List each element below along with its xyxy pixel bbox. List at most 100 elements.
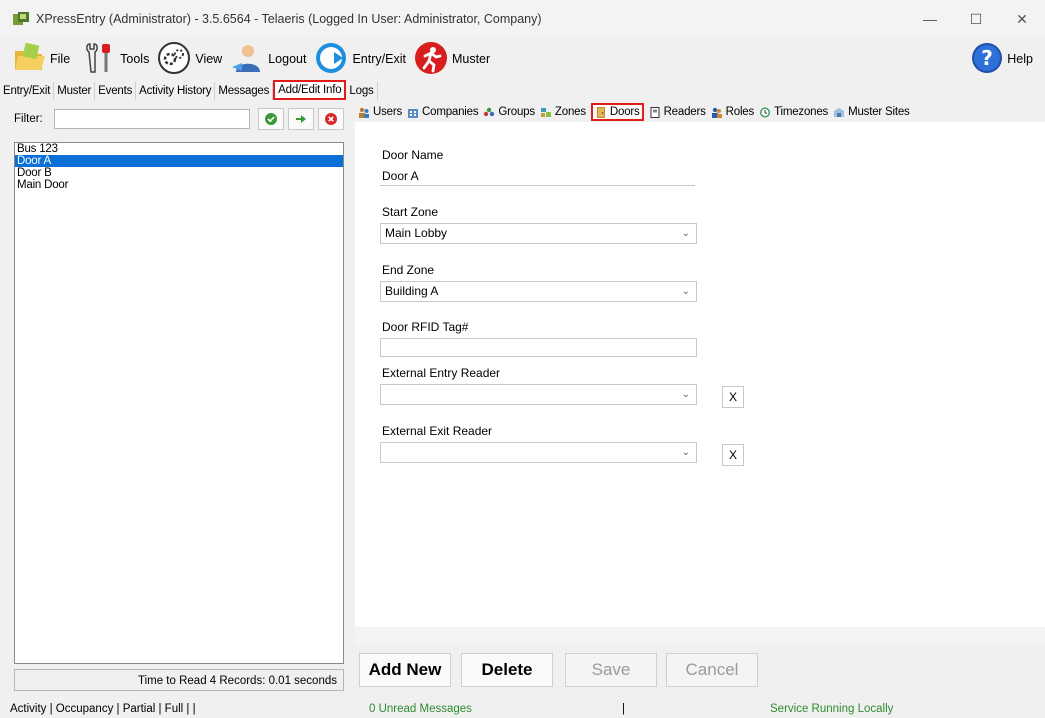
chevron-down-icon: ⌄ <box>681 228 690 239</box>
tab-logs[interactable]: Logs <box>346 82 378 100</box>
help-button[interactable]: ? Help <box>971 39 1033 79</box>
tools-menu[interactable]: Tools <box>82 39 149 79</box>
help-icon: ? <box>971 42 1003 77</box>
entry-exit-button[interactable]: Entry/Exit <box>314 39 406 79</box>
list-item[interactable]: Bus 123 <box>15 143 343 155</box>
delete-button[interactable]: Delete <box>461 653 553 687</box>
svg-text:?: ? <box>981 46 993 70</box>
chevron-down-icon: ⌄ <box>681 286 690 297</box>
tab-muster[interactable]: Muster <box>54 82 96 100</box>
subtab-readers[interactable]: Readers <box>649 103 706 121</box>
subtab-companies[interactable]: Companies <box>407 103 479 121</box>
status-activity-links[interactable]: Activity | Occupancy | Partial | Full | … <box>10 700 196 718</box>
start-zone-value: Main Lobby <box>385 226 448 240</box>
logout-user-icon <box>230 41 264 78</box>
subtab-users[interactable]: Users <box>358 103 402 121</box>
cancel-button[interactable]: Cancel <box>666 653 758 687</box>
subtab-label: Zones <box>554 106 586 118</box>
subtab-doors[interactable]: Doors <box>590 103 644 121</box>
action-bar: Add New Delete Save Cancel <box>355 645 1045 696</box>
subtab-roles[interactable]: Roles <box>711 103 754 121</box>
close-button[interactable]: ✕ <box>999 0 1045 38</box>
door-editor-panel: Users Companies Groups Zones Doors Reade… <box>355 102 1045 696</box>
subtab-label: Companies <box>422 106 479 118</box>
record-list[interactable]: Bus 123 Door A Door B Main Door <box>14 142 344 664</box>
maximize-button[interactable]: ☐ <box>953 0 999 38</box>
window-title: XPressEntry (Administrator) - 3.5.6564 -… <box>36 12 542 26</box>
tab-activity-history[interactable]: Activity History <box>136 82 216 100</box>
end-zone-select[interactable]: Building A ⌄ <box>380 281 697 302</box>
unread-messages-status[interactable]: 0 Unread Messages <box>369 700 472 718</box>
list-item[interactable]: Door A <box>15 155 343 167</box>
file-menu[interactable]: File <box>12 39 70 79</box>
view-menu[interactable]: View <box>157 39 222 79</box>
filter-input[interactable] <box>54 109 250 129</box>
arrow-right-icon <box>296 115 306 123</box>
timezone-icon <box>760 107 771 117</box>
clear-exit-reader-button[interactable]: X <box>722 444 744 466</box>
start-zone-label: Start Zone <box>382 205 439 219</box>
start-zone-select[interactable]: Main Lobby ⌄ <box>380 223 697 244</box>
rfid-input[interactable] <box>380 338 697 357</box>
muster-site-icon <box>834 107 845 117</box>
muster-button[interactable]: Muster <box>414 39 490 79</box>
subtab-label: Roles <box>725 106 755 118</box>
next-filter-button[interactable] <box>288 108 314 130</box>
filter-row: Filter: <box>14 108 344 130</box>
zones-icon <box>540 107 551 117</box>
subtab-label: Doors <box>609 106 640 118</box>
file-folder-icon <box>12 41 46 78</box>
minimize-button[interactable]: — <box>907 0 953 38</box>
form-footer-strip <box>355 627 1045 645</box>
app-icon <box>12 11 30 27</box>
exit-reader-select[interactable]: ⌄ <box>380 442 697 463</box>
entry-reader-label: External Entry Reader <box>382 366 501 380</box>
entry-exit-icon <box>314 41 348 78</box>
save-button[interactable]: Save <box>565 653 657 687</box>
end-zone-label: End Zone <box>382 263 435 277</box>
entry-reader-select[interactable]: ⌄ <box>380 384 697 405</box>
door-icon <box>596 106 605 118</box>
muster-label: Muster <box>451 52 491 66</box>
roles-icon <box>711 107 722 118</box>
tab-messages[interactable]: Messages <box>215 82 274 100</box>
rfid-label: Door RFID Tag# <box>382 320 469 334</box>
tab-add-edit-info[interactable]: Add/Edit Info <box>273 80 347 100</box>
logout-button[interactable]: Logout <box>230 39 306 79</box>
clear-filter-button[interactable] <box>318 108 344 130</box>
view-label: View <box>195 52 223 66</box>
groups-icon <box>484 107 495 116</box>
window-controls: — ☐ ✕ <box>907 0 1045 38</box>
tab-entry-exit[interactable]: Entry/Exit <box>0 82 55 100</box>
subtab-muster-sites[interactable]: Muster Sites <box>833 103 910 121</box>
file-label: File <box>50 52 71 66</box>
toolbar: File Tools View Logout Entry/Exit Muster… <box>0 38 1045 80</box>
logout-label: Logout <box>268 52 307 66</box>
record-list-panel: Filter: Bus 123 Door A Door B Main Door … <box>0 102 352 696</box>
tools-icon <box>82 41 116 78</box>
list-item[interactable]: Door B <box>15 167 343 179</box>
door-name-input[interactable]: Door A <box>380 166 695 186</box>
users-icon <box>359 107 369 118</box>
title-bar: XPressEntry (Administrator) - 3.5.6564 -… <box>0 0 1045 38</box>
subtab-label: Muster Sites <box>848 106 910 118</box>
subtab-zones[interactable]: Zones <box>540 103 586 121</box>
add-new-button[interactable]: Add New <box>359 653 451 687</box>
status-separator: | <box>622 703 625 715</box>
subtab-groups[interactable]: Groups <box>483 103 535 121</box>
reader-icon <box>650 106 660 118</box>
list-item[interactable]: Main Door <box>15 179 343 191</box>
check-icon <box>265 113 277 125</box>
tab-events[interactable]: Events <box>95 82 137 100</box>
tools-label: Tools <box>120 52 150 66</box>
end-zone-value: Building A <box>385 284 439 298</box>
clear-entry-reader-button[interactable]: X <box>722 386 744 408</box>
subtab-label: Readers <box>663 106 706 118</box>
main-tabs: Entry/Exit Muster Events Activity Histor… <box>0 80 1045 100</box>
subtab-label: Users <box>373 106 403 118</box>
subtab-label: Groups <box>498 106 535 118</box>
apply-filter-button[interactable] <box>258 108 284 130</box>
subtab-timezones[interactable]: Timezones <box>759 103 828 121</box>
cancel-icon <box>325 113 337 125</box>
records-status: Time to Read 4 Records: 0.01 seconds <box>14 669 344 691</box>
